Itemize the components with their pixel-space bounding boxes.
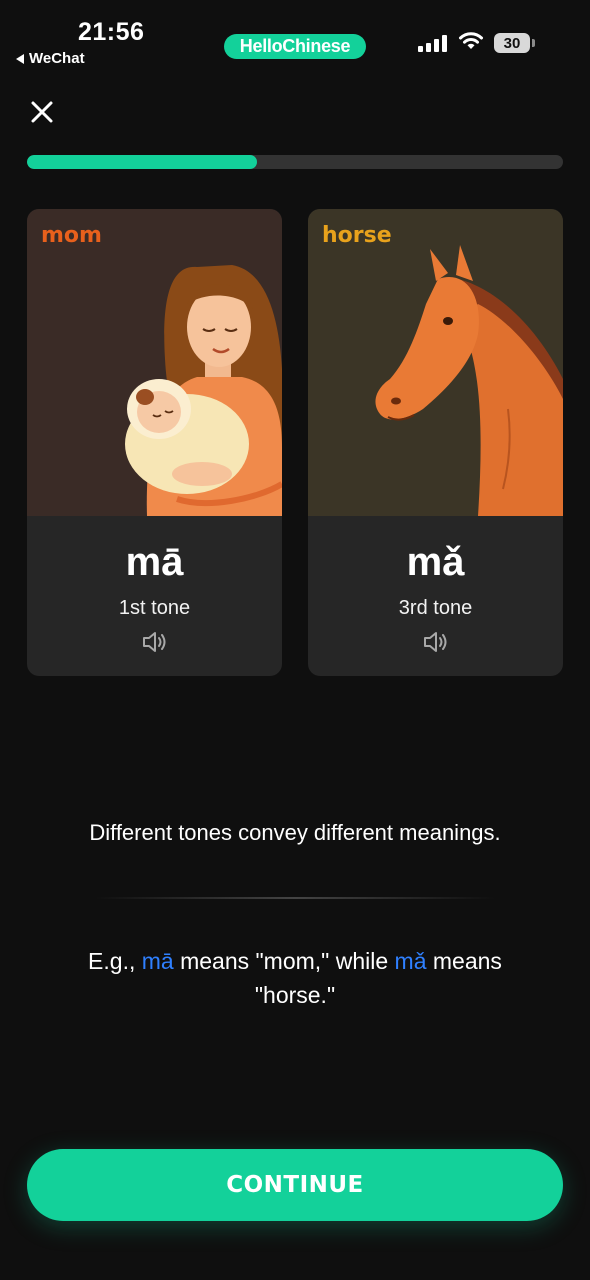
app-name-pill: HelloChinese — [224, 34, 366, 59]
example-word-ma1: mā — [141, 948, 174, 974]
back-arrow-icon — [16, 53, 24, 64]
tone-label: 3rd tone — [398, 597, 473, 619]
horse-image — [375, 245, 563, 516]
progress-fill — [27, 155, 258, 169]
status-time: 21:56 — [78, 18, 145, 46]
battery-tip — [532, 39, 535, 47]
tone-label: 1st tone — [118, 597, 191, 619]
lesson-description: Different tones convey different meaning… — [89, 820, 501, 845]
divider — [95, 897, 495, 899]
pinyin-text: mǎ — [406, 540, 465, 584]
mom-illustration: mom — [27, 209, 282, 516]
speaker-icon[interactable] — [422, 630, 450, 654]
card-label: mom — [41, 223, 102, 248]
close-icon[interactable] — [26, 96, 58, 128]
example-prefix: E.g., — [88, 948, 142, 974]
example-text: E.g., mā means "mom," while mǎ means "ho… — [60, 944, 530, 1012]
speaker-icon[interactable] — [141, 630, 169, 654]
wifi-icon — [459, 32, 483, 49]
battery-icon: 30 — [494, 33, 530, 53]
back-app-label: WeChat — [29, 50, 85, 67]
card-horse[interactable]: horse mǎ 3rd tone — [308, 209, 563, 676]
pinyin-text: mā — [125, 540, 184, 584]
lesson-progress-bar — [27, 155, 563, 169]
signal-bars-icon — [418, 34, 448, 52]
card-mom[interactable]: mom mā 1st tone — [27, 209, 282, 676]
mother-with-baby-image — [125, 265, 282, 516]
example-word-ma3: mǎ — [394, 948, 427, 974]
horse-illustration: horse — [308, 209, 563, 516]
card-label: horse — [322, 223, 392, 248]
continue-button[interactable]: CONTINUE — [27, 1149, 563, 1221]
back-to-app-link[interactable]: WeChat — [16, 50, 85, 67]
example-middle: means "mom," while — [173, 948, 395, 974]
